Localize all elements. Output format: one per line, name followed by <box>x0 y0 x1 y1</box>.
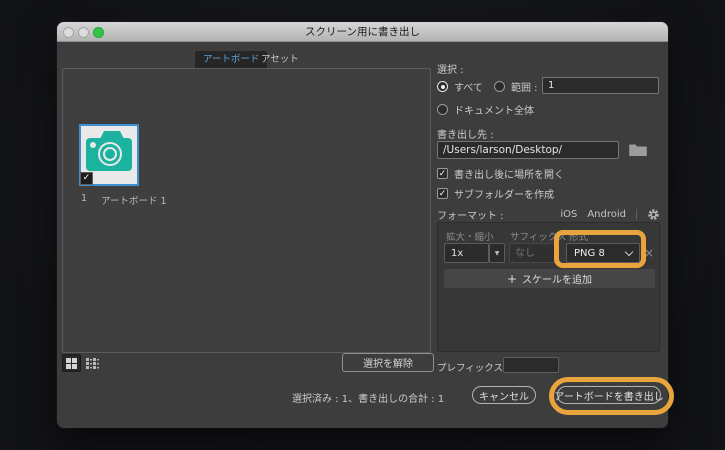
radio-range-label: 範囲 : <box>511 79 538 94</box>
radio-all-label: すべて <box>454 79 483 94</box>
artboard-checkbox[interactable]: ✓ <box>80 172 93 185</box>
list-view-icon <box>86 358 99 369</box>
scale-dropdown-button[interactable]: ▼ <box>489 243 505 263</box>
formats-header: フォーマット : iOS Android <box>437 207 660 222</box>
create-subfolder-checkbox[interactable]: ✓ サブフォルダーを作成 <box>437 186 554 201</box>
artboard-index: 1 <box>81 193 87 207</box>
export-path-input[interactable] <box>437 141 619 159</box>
artboard-list-panel: ✓ 1 アートボード 1 <box>62 68 431 353</box>
export-artboards-button[interactable]: アートボードを書き出し <box>557 386 661 404</box>
open-location-label: 書き出し後に場所を開く <box>454 166 564 181</box>
format-value: PNG 8 <box>574 248 605 259</box>
deselect-button[interactable]: 選択を解除 <box>342 353 434 372</box>
range-input[interactable] <box>542 77 659 94</box>
prefix-label: プレフィックス : <box>437 360 509 374</box>
artboard-thumbnail[interactable]: ✓ <box>79 124 139 186</box>
plus-icon: + <box>507 272 517 286</box>
grid-view-icon <box>66 358 77 369</box>
formats-panel: 拡大・縮小 サフィックス 形式 1x ▼ PNG 8 × + スケールを追加 <box>437 222 660 352</box>
radio-all-icon <box>437 81 448 92</box>
ios-preset-button[interactable]: iOS <box>560 209 577 220</box>
folder-icon <box>629 143 647 157</box>
radio-all[interactable]: すべて <box>437 79 483 94</box>
grid-view-button[interactable] <box>62 354 81 372</box>
destination-label: 書き出し先 : <box>437 126 494 141</box>
remove-scale-icon[interactable]: × <box>644 246 654 260</box>
export-for-screens-dialog: スクリーン用に書き出し アートボード アセット ✓ 1 アートボード 1 <box>57 22 668 428</box>
cancel-button[interactable]: キャンセル <box>472 386 536 404</box>
create-subfolder-check-icon: ✓ <box>437 188 448 199</box>
check-icon: ✓ <box>83 173 91 183</box>
scale-select[interactable]: 1x <box>444 243 489 263</box>
add-scale-label: スケールを追加 <box>522 271 592 286</box>
android-preset-button[interactable]: Android <box>587 209 626 220</box>
window-title: スクリーン用に書き出し <box>57 22 668 42</box>
divider <box>636 209 637 220</box>
selection-label: 選択 : <box>437 61 464 76</box>
create-subfolder-label: サブフォルダーを作成 <box>454 186 554 201</box>
scale-value: 1x <box>451 248 463 259</box>
artboard-name[interactable]: アートボード 1 <box>101 193 167 207</box>
choose-folder-button[interactable] <box>629 143 647 157</box>
format-settings-button[interactable] <box>647 208 660 221</box>
prefix-input[interactable] <box>503 357 559 373</box>
add-scale-button[interactable]: + スケールを追加 <box>444 269 655 288</box>
radio-whole-document-label: ドキュメント全体 <box>454 102 534 117</box>
radio-range[interactable]: 範囲 : <box>494 79 538 94</box>
tab-assets[interactable]: アセット <box>253 51 307 68</box>
format-column-header: 形式 <box>569 229 588 243</box>
formats-label: フォーマット : <box>437 207 504 222</box>
suffix-column-header: サフィックス <box>510 229 567 243</box>
format-select[interactable]: PNG 8 <box>566 243 640 263</box>
scale-column-header: 拡大・縮小 <box>446 229 494 243</box>
suffix-input[interactable] <box>509 243 559 263</box>
list-view-button[interactable] <box>83 354 102 372</box>
dropdown-arrow-icon: ▼ <box>495 250 500 257</box>
open-location-checkbox[interactable]: ✓ 書き出し後に場所を開く <box>437 166 564 181</box>
radio-whole-document[interactable]: ドキュメント全体 <box>437 102 534 117</box>
radio-range-icon <box>494 81 505 92</box>
chevron-down-icon <box>625 247 633 255</box>
radio-whole-document-icon <box>437 104 448 115</box>
open-location-check-icon: ✓ <box>437 168 448 179</box>
gear-icon <box>647 208 660 221</box>
selection-summary: 選択済み : 1、書き出しの合計 : 1 <box>292 390 444 405</box>
desktop-background: スクリーン用に書き出し アートボード アセット ✓ 1 アートボード 1 <box>0 0 725 450</box>
titlebar: スクリーン用に書き出し <box>57 22 668 42</box>
artboard-caption: 1 アートボード 1 <box>81 193 167 207</box>
